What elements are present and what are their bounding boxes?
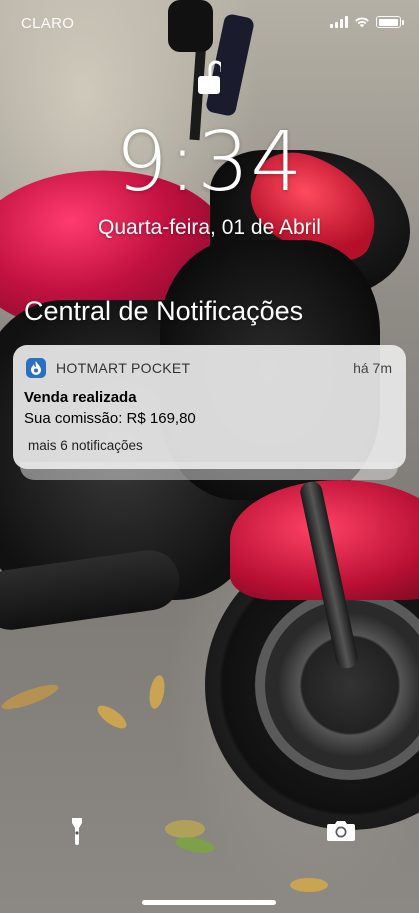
hotmart-flame-icon — [26, 358, 46, 378]
leaf — [0, 680, 61, 714]
notification-card[interactable]: HOTMART POCKET há 7m Venda realizada Sua… — [13, 345, 406, 469]
status-icons — [330, 16, 404, 28]
leaf — [94, 701, 130, 733]
carrier-name: CLARO — [21, 15, 75, 32]
status-bar: CLARO — [0, 0, 419, 44]
flashlight-button[interactable] — [52, 806, 102, 856]
notification-app-name: HOTMART POCKET — [56, 360, 191, 376]
camera-icon — [327, 821, 355, 841]
notification-body: Sua comissão: R$ 169,80 — [24, 410, 196, 427]
cellular-signal-icon — [330, 16, 348, 28]
leaf — [174, 834, 216, 856]
notification-center-title: Central de Notificações — [24, 296, 304, 326]
battery-icon — [376, 16, 404, 28]
notification-header: HOTMART POCKET há 7m — [13, 345, 406, 385]
leaf — [165, 820, 205, 838]
unlocked-padlock-icon — [198, 60, 221, 94]
leaf — [290, 878, 328, 892]
more-notifications-label: mais 6 notificações — [28, 438, 143, 453]
notification-time: há 7m — [353, 360, 392, 376]
wifi-icon — [355, 17, 369, 28]
home-indicator[interactable] — [142, 900, 276, 905]
notification-title: Venda realizada — [24, 389, 137, 406]
flashlight-icon — [72, 818, 82, 845]
lock-screen-date: Quarta-feira, 01 de Abril — [98, 216, 321, 239]
battery-level — [378, 18, 398, 26]
lock-screen-time: 9:34 — [115, 115, 304, 210]
camera-button[interactable] — [316, 806, 366, 856]
leaf — [147, 674, 167, 710]
